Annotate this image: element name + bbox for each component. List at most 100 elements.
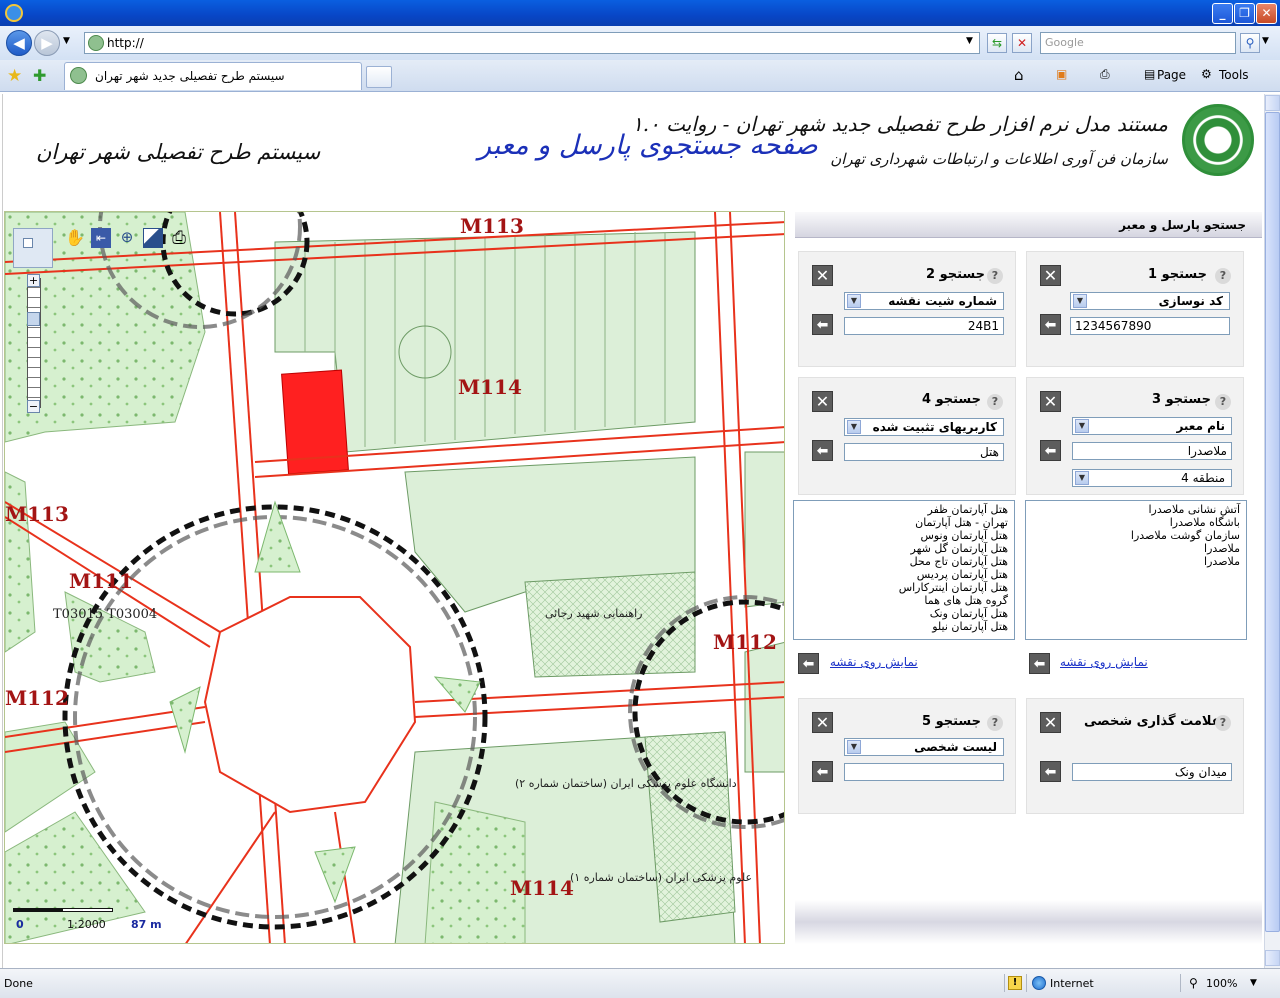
zoom-box-icon[interactable]: ⊕ [117,228,137,248]
map-label: M113 [460,214,524,238]
list-item[interactable]: هتل آپارتمان ونک [800,607,1008,620]
search3-clear-button[interactable]: ✕ [1040,391,1061,412]
pan-center-icon[interactable] [23,238,33,248]
zoom-level[interactable]: 100% [1206,977,1237,990]
search4-go-button[interactable]: ⬅ [812,440,833,461]
list-item[interactable]: هتل آپارتمان اینترکاراس [800,581,1008,594]
scroll-thumb[interactable] [1265,112,1280,932]
scale-max: 87 m [131,918,162,931]
maximize-button[interactable]: ❐ [1234,3,1255,24]
list-item[interactable]: هتل آپارتمان ونوس [800,529,1008,542]
tools-menu[interactable]: Tools [1219,68,1249,82]
pan-hand-icon[interactable]: ✋ [65,228,85,248]
list-item[interactable]: هتل آپارتمان نیلو [800,620,1008,633]
help-icon[interactable]: ? [1215,715,1231,731]
favorites-star-icon[interactable]: ★ [7,66,22,86]
list-item[interactable]: هتل آپارتمان تاج محل [800,555,1008,568]
search-options-icon[interactable]: ▼ [1262,36,1269,46]
help-icon[interactable]: ? [987,394,1003,410]
search4-input[interactable]: هتل [844,443,1004,461]
zoom-out-button[interactable]: − [27,400,40,413]
full-extent-icon[interactable]: ⇤ [91,228,111,248]
help-icon[interactable]: ? [987,715,1003,731]
zoom-slider-thumb[interactable] [27,312,40,326]
search5-clear-button[interactable]: ✕ [812,712,833,733]
search5-select-value: لیست شخصی [914,740,997,754]
zoom-dropdown-icon[interactable]: ▼ [1250,978,1257,988]
search1-select[interactable]: کد نوسازی ▼ [1070,292,1230,310]
help-icon[interactable]: ? [1215,394,1231,410]
results3-list[interactable]: آتش نشانی ملاصدرا باشگاه ملاصدرا سازمان … [1025,500,1247,640]
page-menu[interactable]: Page [1157,68,1186,82]
home-icon[interactable]: ⌂ [1014,66,1024,84]
help-icon[interactable]: ? [987,268,1003,284]
zoom-icon[interactable]: ⚲ [1189,976,1198,990]
zoom-in-button[interactable]: + [27,274,40,287]
list-item[interactable]: گروه هتل های هما [800,594,1008,607]
status-text: Done [4,977,33,990]
close-window-button[interactable]: ✕ [1256,3,1277,24]
list-item[interactable]: هتل آپارتمان گل شهر [800,542,1009,555]
search3-input[interactable]: ملاصدرا [1072,442,1232,460]
map-view[interactable]: M113 M114 M113 M111 T03015 T03004 M112 M… [4,211,785,944]
search4-clear-button[interactable]: ✕ [812,391,833,412]
map-label: T03015 T03004 [53,607,158,622]
list-item[interactable]: تهران - هتل آپارتمان [800,516,1008,529]
overview-icon[interactable] [143,228,163,248]
minimize-button[interactable]: _ [1212,3,1233,24]
show-on-map-arrow-button[interactable]: ⬅ [1029,653,1050,674]
list-item[interactable]: هتل آپارتمان پردیس [800,568,1008,581]
list-item[interactable]: ملاصدرا [1032,542,1240,555]
pan-control[interactable] [13,228,53,268]
search4-select[interactable]: کاربریهای تثبیت شده ▼ [844,418,1004,436]
feeds-icon[interactable]: ▣ [1056,67,1067,81]
search1-go-button[interactable]: ⬅ [1040,314,1061,335]
search5-select[interactable]: لیست شخصی ▼ [844,738,1004,756]
map-label: علوم پزشکی ایران (ساختمان شماره ۱) [570,871,753,884]
search3-go-button[interactable]: ⬅ [1040,440,1061,461]
list-item[interactable]: ملاصدرا [1032,555,1240,568]
address-bar[interactable]: http:// [84,32,980,54]
list-item[interactable]: هتل آپارتمان ظفر [800,503,1008,516]
refresh-button[interactable]: ⇆ [987,33,1007,53]
search2-go-button[interactable]: ⬅ [812,314,833,335]
zoom-slider[interactable] [27,278,41,408]
history-dropdown-icon[interactable]: ▼ [63,36,70,46]
new-tab-button[interactable] [366,66,392,88]
search5-input[interactable] [844,763,1004,781]
show-on-map-link[interactable]: نمایش روی نقشه [830,655,918,669]
help-icon[interactable]: ? [1215,268,1231,284]
print-map-icon[interactable]: ⎙ [169,228,189,248]
forward-button[interactable]: ▶ [34,30,60,56]
back-button[interactable]: ◀ [6,30,32,56]
bookmark-go-button[interactable]: ⬅ [1040,761,1061,782]
show-on-map-arrow-button[interactable]: ⬅ [798,653,819,674]
search2-select[interactable]: شماره شیت نقشه ▼ [844,292,1004,310]
scroll-up-button[interactable] [1265,95,1280,111]
bookmark-input[interactable]: میدان ونک [1072,763,1232,781]
search3-select[interactable]: نام معبر ▼ [1072,417,1232,435]
search-input[interactable]: Google [1040,32,1236,54]
add-favorites-icon[interactable]: ✚ [33,66,46,85]
search5-go-button[interactable]: ⬅ [812,761,833,782]
stop-button[interactable]: ✕ [1012,33,1032,53]
list-item[interactable]: سازمان گوشت ملاصدرا [1032,529,1240,542]
scroll-down-button[interactable] [1265,950,1280,966]
warning-icon[interactable]: ! [1008,976,1022,990]
search2-input[interactable]: 24B1 [844,317,1004,335]
list-item[interactable]: باشگاه ملاصدرا [1032,516,1240,529]
district-select[interactable]: منطقه 4 ▼ [1072,469,1232,487]
search1-clear-button[interactable]: ✕ [1040,265,1061,286]
print-icon[interactable]: ⎙ [1100,67,1110,82]
chevron-down-icon: ▼ [847,420,861,434]
tab-main[interactable]: سیستم طرح تفصیلی جدید شهر تهران [64,62,362,90]
search2-clear-button[interactable]: ✕ [812,265,833,286]
list-item[interactable]: آتش نشانی ملاصدرا [1032,503,1240,516]
show-on-map-link[interactable]: نمایش روی نقشه [1060,655,1148,669]
results4-list[interactable]: هتل آپارتمان ظفر تهران - هتل آپارتمان هت… [793,500,1015,640]
search1-input[interactable]: 1234567890 [1070,317,1230,335]
search-button[interactable]: ⚲ [1240,33,1260,53]
address-dropdown-icon[interactable]: ▼ [966,36,973,46]
ie-logo-icon [5,4,23,22]
bookmark-clear-button[interactable]: ✕ [1040,712,1061,733]
